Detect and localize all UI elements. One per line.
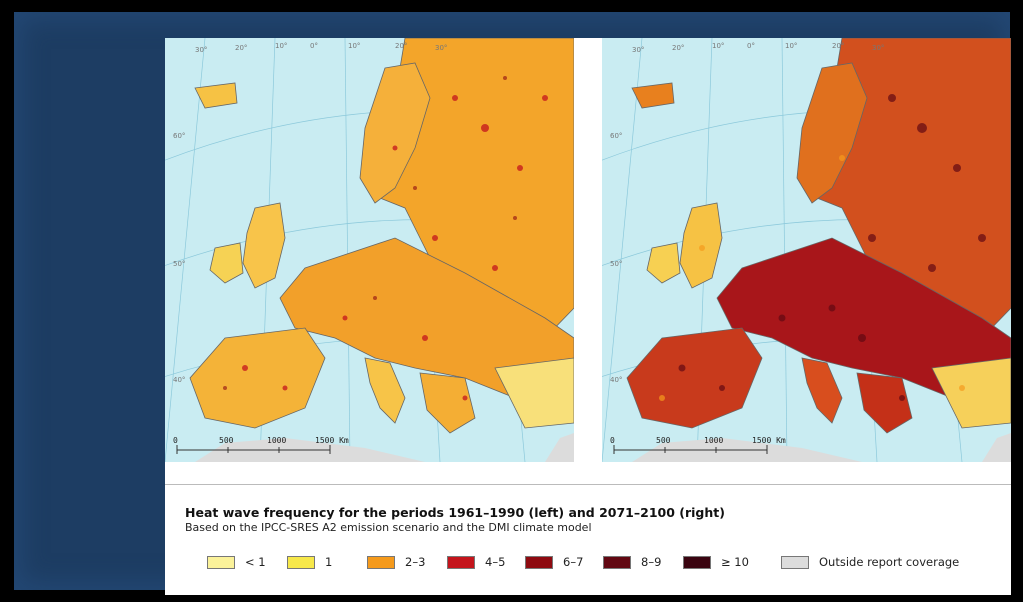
scale-label: 1500 Km [315,436,349,445]
legend-item: < 1 [207,555,266,569]
legend-label: 8–9 [641,555,662,569]
figure-subtitle: Based on the IPCC-SRES A2 emission scena… [185,521,592,534]
legend: < 1 1 2–3 4–5 6–7 8–9 ≥ 10 Outside repor… [207,555,1007,573]
graticule-label: 30° [872,44,884,52]
legend-swatch [603,555,631,569]
figure-title: Heat wave frequency for the periods 1961… [185,505,725,520]
graticule-label: 50° [173,260,185,268]
graticule-label: 40° [173,376,185,384]
graticule-label: 20° [672,44,684,52]
legend-label: 1 [325,555,333,569]
legend-swatch [683,555,711,569]
graticule-label: 20° [832,42,844,50]
scale-label: 1500 Km [752,436,786,445]
graticule-label: 30° [632,46,644,54]
graticule-label: 40° [610,376,622,384]
graticule-label: 0° [747,42,755,50]
scale-label: 500 [219,436,234,445]
legend-label: ≥ 10 [721,555,749,569]
graticule-label: 0° [310,42,318,50]
graticule-label: 10° [712,42,724,50]
legend-label: 2–3 [405,555,426,569]
legend-label: 4–5 [485,555,506,569]
caption-area: Heat wave frequency for the periods 1961… [165,484,1011,595]
legend-swatch [525,555,553,569]
figure-panel: 0 500 1000 1500 Km 30° 20° 10° 0° 10° 20… [165,38,1011,595]
graticule-label: 30° [435,44,447,52]
graticule-label: 10° [785,42,797,50]
legend-swatch [367,555,395,569]
map-right-canvas: 0 500 1000 1500 Km 30° 20° 10° 0° 10° 20… [602,38,1011,462]
graticule-label: 60° [173,132,185,140]
legend-swatch [207,555,235,569]
scale-label: 1000 [267,436,286,445]
legend-swatch [781,555,809,569]
legend-swatch [447,555,475,569]
legend-label: < 1 [245,555,266,569]
scale-label: 500 [656,436,671,445]
scale-label: 0 [610,436,615,445]
graticule-label: 10° [348,42,360,50]
legend-item: Outside report coverage [781,555,959,569]
legend-label: Outside report coverage [819,555,960,569]
graticule-label: 20° [395,42,407,50]
graticule-label: 50° [610,260,622,268]
graticule-label: 20° [235,44,247,52]
map-left-canvas: 0 500 1000 1500 Km 30° 20° 10° 0° 10° 20… [165,38,574,462]
scale-label: 1000 [704,436,723,445]
legend-item: 2–3 [367,555,425,569]
graticule-label: 30° [195,46,207,54]
legend-item: ≥ 10 [683,555,749,569]
graticule-label: 10° [275,42,287,50]
legend-item: 4–5 [447,555,505,569]
legend-label: 6–7 [563,555,584,569]
scale-label: 0 [173,436,178,445]
legend-item: 1 [287,555,332,569]
map-2071-2100: 0 500 1000 1500 Km 30° 20° 10° 0° 10° 20… [602,38,1011,462]
legend-swatch [287,555,315,569]
legend-item: 6–7 [525,555,583,569]
graticule-label: 60° [610,132,622,140]
map-1961-1990: 0 500 1000 1500 Km 30° 20° 10° 0° 10° 20… [165,38,574,462]
legend-item: 8–9 [603,555,661,569]
